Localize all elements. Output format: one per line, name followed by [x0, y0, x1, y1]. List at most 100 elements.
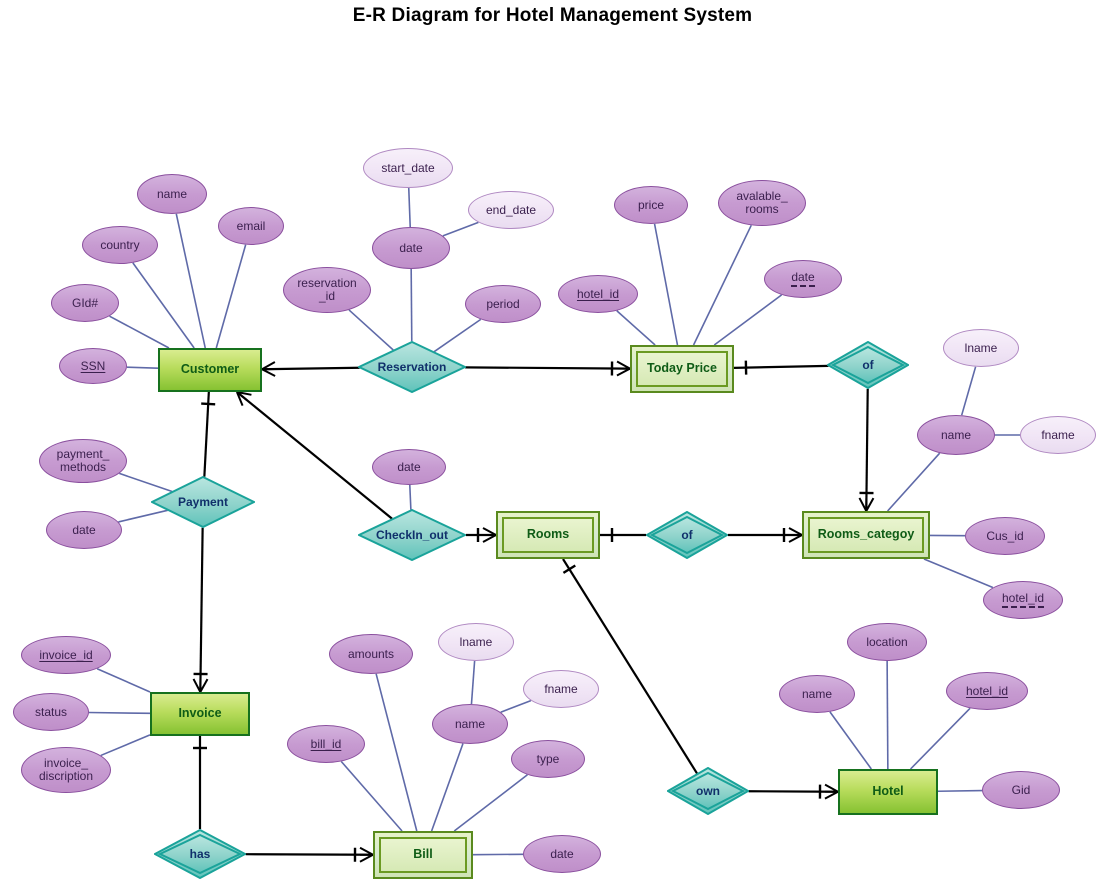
- attribute-label: fname: [1041, 427, 1075, 442]
- attribute-label: bill_id: [310, 736, 342, 751]
- attribute-bill_amounts[interactable]: amounts: [329, 634, 413, 674]
- attr-link-hotel_hotel_id-hotel: [909, 707, 971, 770]
- relationship-payment[interactable]: Payment: [151, 476, 255, 528]
- attr-link-bill_bill_id-bill: [340, 760, 403, 832]
- entity-inner-border: Rooms_categoy: [808, 517, 924, 553]
- attribute-bill_fname[interactable]: fname: [523, 670, 599, 708]
- attr-link-cust_gid-customer: [109, 315, 170, 349]
- diamond-shape: [154, 829, 246, 879]
- entity-invoice[interactable]: Invoice: [150, 692, 250, 736]
- attribute-tp_available[interactable]: avalable_ rooms: [718, 180, 806, 226]
- attr-link-inv_status-invoice: [88, 711, 151, 715]
- attr-link-cust_name-customer: [175, 213, 207, 349]
- attribute-cust_gid[interactable]: GId#: [51, 284, 119, 322]
- attribute-inv_discription[interactable]: invoice_ discription: [21, 747, 111, 793]
- attribute-cust_country[interactable]: country: [82, 226, 158, 264]
- entity-inner-border: Rooms: [502, 517, 594, 553]
- attribute-label: Cus_id: [986, 528, 1024, 543]
- attr-link-cust_email-customer: [215, 244, 247, 349]
- attribute-res_end_date[interactable]: end_date: [468, 191, 554, 229]
- entity-rooms_categoy[interactable]: Rooms_categoy: [802, 511, 930, 559]
- entity-customer[interactable]: Customer: [158, 348, 262, 392]
- attribute-rc_cus_id[interactable]: Cus_id: [965, 517, 1045, 555]
- attribute-cust_ssn[interactable]: SSN: [59, 348, 127, 384]
- rel-link-today-price-of: [733, 364, 829, 369]
- attribute-label: lname: [964, 340, 998, 355]
- diamond-shape: [358, 341, 466, 393]
- entity-hotel[interactable]: Hotel: [838, 769, 938, 815]
- attribute-tp_date[interactable]: date: [764, 260, 842, 298]
- attribute-bill_bill_id[interactable]: bill_id: [287, 725, 365, 763]
- rel-link-rooms-own: [562, 558, 698, 775]
- attribute-label: date: [72, 522, 96, 537]
- attribute-label: hotel_id: [965, 683, 1009, 698]
- attribute-cust_name[interactable]: name: [137, 174, 207, 214]
- rel-link-payment-invoice: [199, 527, 204, 693]
- attribute-bill_lname[interactable]: lname: [438, 623, 514, 661]
- attribute-label: date: [399, 240, 423, 255]
- entity-today_price[interactable]: Today Price: [630, 345, 734, 393]
- entity-bill[interactable]: Bill: [373, 831, 473, 879]
- attr-link-rc_name-rooms_categoy: [887, 452, 941, 512]
- attribute-inv_invoice_id[interactable]: invoice_id: [21, 636, 111, 674]
- rel-link-reservation-today-price: [465, 366, 631, 370]
- attribute-label: email: [236, 218, 266, 233]
- entity-label: Customer: [180, 362, 240, 377]
- relationship-checkin_out[interactable]: CheckIn_out: [358, 509, 466, 561]
- attr-link-bill_name-bill: [430, 743, 464, 832]
- relationship-own[interactable]: own: [667, 767, 749, 815]
- attr-link-bill_amounts-bill: [375, 673, 418, 832]
- attribute-label: date: [397, 459, 421, 474]
- attribute-label: invoice_id: [39, 647, 93, 662]
- attribute-label: date: [550, 846, 574, 861]
- attribute-rc_name[interactable]: name: [917, 415, 995, 455]
- crowfoot-customer-reservation-a: [261, 361, 276, 377]
- relationship-has[interactable]: has: [154, 829, 246, 879]
- attribute-rc_lname[interactable]: lname: [943, 329, 1019, 367]
- attribute-label: name: [156, 186, 188, 201]
- attr-link-res_start_date-res_date: [407, 187, 412, 228]
- attribute-label: amounts: [347, 646, 395, 661]
- attr-link-bill_type-bill: [453, 774, 528, 832]
- crowfoot-customer-checkin-out-a: [236, 391, 252, 407]
- attr-link-tp_price-today_price: [653, 223, 679, 346]
- attribute-label: lname: [459, 634, 493, 649]
- entity-rooms[interactable]: Rooms: [496, 511, 600, 559]
- crowfoot-reservation-today-price-b: [616, 360, 631, 377]
- relationship-of_price[interactable]: of: [827, 341, 909, 389]
- attribute-label: price: [637, 197, 664, 212]
- attr-link-tp_available-today_price: [692, 224, 752, 346]
- attribute-res_reservation_id[interactable]: reservation _id: [283, 267, 371, 313]
- attribute-hotel_location[interactable]: location: [847, 623, 927, 661]
- attribute-bill_type[interactable]: type: [511, 740, 585, 778]
- attribute-hotel_gid[interactable]: Gid: [982, 771, 1060, 809]
- attribute-pay_methods[interactable]: payment_ methods: [39, 439, 127, 483]
- attribute-cust_email[interactable]: email: [218, 207, 284, 245]
- relationship-of_rooms[interactable]: of: [646, 511, 728, 559]
- attribute-pay_date[interactable]: date: [46, 511, 122, 549]
- attribute-hotel_hotel_id[interactable]: hotel_id: [946, 672, 1028, 710]
- attribute-inv_status[interactable]: status: [13, 693, 89, 731]
- diamond-shape: [827, 341, 909, 389]
- attribute-tp_price[interactable]: price: [614, 186, 688, 224]
- attribute-label: date: [791, 271, 815, 287]
- attribute-hotel_name[interactable]: name: [779, 675, 855, 713]
- attribute-rc_fname[interactable]: fname: [1020, 416, 1096, 454]
- relationship-reservation[interactable]: Reservation: [358, 341, 466, 393]
- attribute-tp_hotel_id[interactable]: hotel_id: [558, 275, 638, 313]
- attribute-label: hotel_id: [576, 286, 620, 301]
- diamond-shape: [151, 476, 255, 528]
- attr-link-rc_hotel_id-rooms_categoy: [923, 558, 994, 589]
- diamond-shape: [358, 509, 466, 561]
- entity-label: Hotel: [872, 784, 904, 799]
- attribute-bill_date[interactable]: date: [523, 835, 601, 873]
- attribute-chk_date[interactable]: date: [372, 449, 446, 485]
- rel-link-of-rooms-categoy: [865, 388, 869, 512]
- attribute-res_period[interactable]: period: [465, 285, 541, 323]
- attribute-label: name: [940, 427, 972, 442]
- attribute-rc_hotel_id[interactable]: hotel_id: [983, 581, 1063, 619]
- attribute-res_date[interactable]: date: [372, 227, 450, 269]
- attribute-label: avalable_ rooms: [736, 189, 788, 216]
- attribute-bill_name[interactable]: name: [432, 704, 508, 744]
- attribute-res_start_date[interactable]: start_date: [363, 148, 453, 188]
